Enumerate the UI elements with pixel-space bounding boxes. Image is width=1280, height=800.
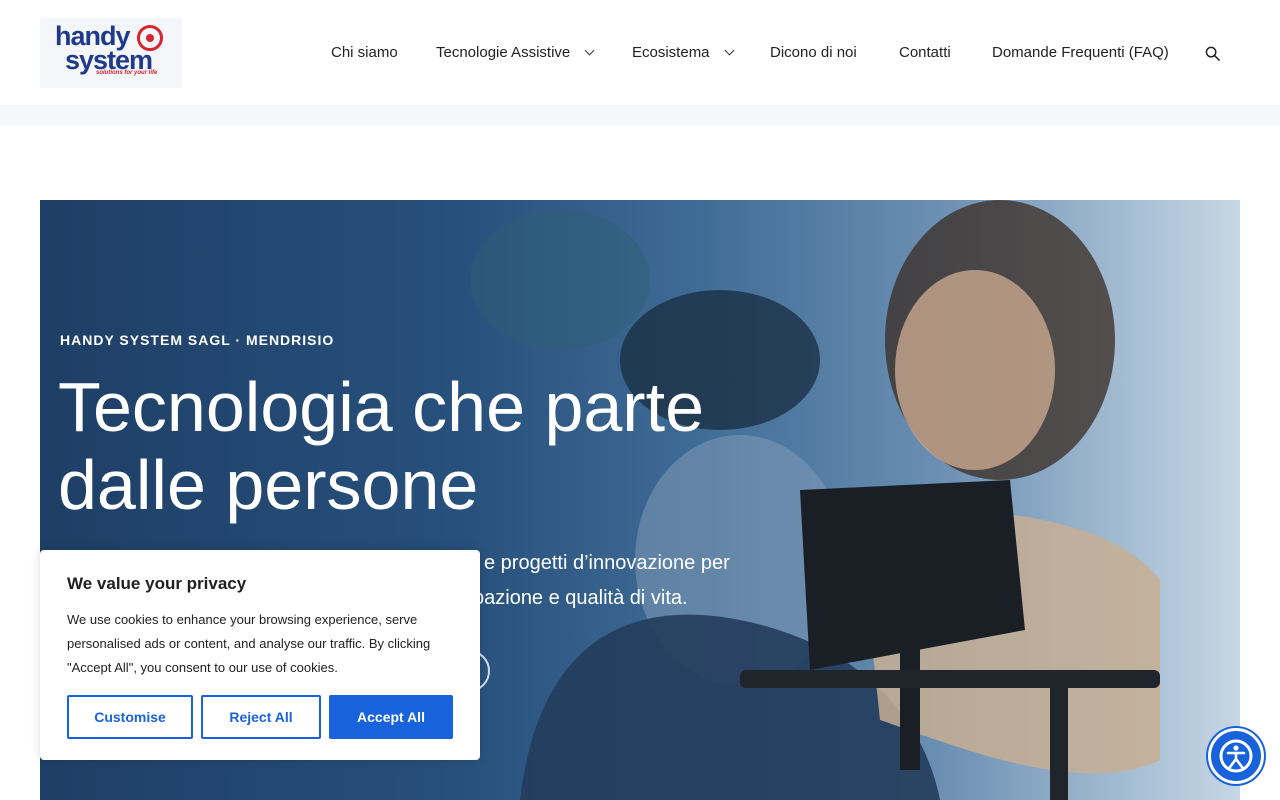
chevron-down-icon	[724, 45, 734, 56]
nav-item-label: Contatti	[899, 44, 951, 61]
nav-item-tecnologie-assistive[interactable]: Tecnologie Assistive	[436, 44, 595, 61]
main-nav: Chi siamo Tecnologie Assistive Ecosistem…	[0, 44, 1280, 64]
nav-item-faq[interactable]: Domande Frequenti (FAQ)	[992, 44, 1169, 61]
nav-item-contatti[interactable]: Contatti	[899, 44, 951, 61]
hero-subtitle-line1: e progetti d’innovazione per	[484, 552, 730, 574]
accessibility-widget-button[interactable]	[1208, 728, 1264, 784]
accessibility-icon	[1219, 739, 1253, 773]
nav-item-chi-siamo[interactable]: Chi siamo	[331, 44, 398, 61]
nav-item-ecosistema[interactable]: Ecosistema	[632, 44, 734, 61]
accept-all-button[interactable]: Accept All	[329, 695, 453, 739]
reject-all-button[interactable]: Reject All	[201, 695, 321, 739]
cookie-body: We use cookies to enhance your browsing …	[67, 612, 431, 675]
hero-subtitle-line2: tipazione e qualità di vita.	[463, 587, 688, 609]
nav-item-label: Dicono di noi	[770, 44, 857, 61]
hero-title: Tecnologia che parte dalle persone	[58, 368, 704, 524]
chevron-down-icon	[584, 45, 595, 56]
cookie-title: We value your privacy	[67, 574, 247, 593]
hero-eyebrow: HANDY SYSTEM SAGL · MENDRISIO	[60, 332, 335, 348]
hero-subtitle: e progetti d’innovazione per tipazione e…	[463, 546, 1204, 616]
nav-item-label: Chi siamo	[331, 44, 398, 61]
customise-button[interactable]: Customise	[67, 695, 193, 739]
nav-item-dicono-di-noi[interactable]: Dicono di noi	[770, 44, 857, 61]
site-header: handy system solutions for your life Chi…	[0, 0, 1280, 105]
nav-item-label: Domande Frequenti (FAQ)	[992, 44, 1169, 61]
logo-tagline: solutions for your life	[96, 70, 158, 76]
search-icon[interactable]	[1205, 46, 1220, 61]
nav-item-label: Tecnologie Assistive	[436, 44, 571, 61]
nav-item-label: Ecosistema	[632, 44, 710, 61]
cookie-banner: We value your privacy We use cookies to …	[40, 550, 480, 760]
header-subbar	[0, 105, 1280, 126]
